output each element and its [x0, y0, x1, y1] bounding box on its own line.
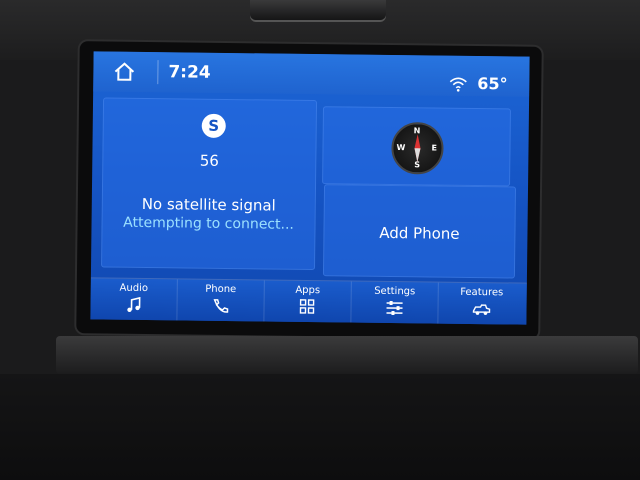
dashboard-shelf	[56, 336, 638, 374]
compass-tile[interactable]: N E S W	[322, 106, 511, 187]
radio-status-submessage: Attempting to connect...	[123, 214, 294, 233]
sirius-logo-icon: S	[201, 113, 226, 138]
truck-icon	[472, 304, 491, 315]
bottom-nav-bar: Audio Phone Apps Settings Features	[90, 277, 527, 325]
satellite-radio-tile[interactable]: S 56 No satellite signal Attempting to c…	[101, 97, 318, 271]
compass-needle-icon	[414, 134, 421, 163]
nav-settings[interactable]: Settings	[351, 281, 439, 325]
nav-apps[interactable]: Apps	[264, 280, 352, 324]
dashboard-vent	[250, 0, 386, 20]
phone-icon	[213, 299, 229, 313]
outside-temperature: 65°	[477, 74, 508, 94]
radio-channel: 56	[199, 151, 219, 170]
nav-features-label: Features	[460, 286, 504, 299]
apps-grid-icon	[299, 299, 315, 314]
dashboard-lower	[0, 374, 640, 480]
home-icon[interactable]	[113, 62, 135, 82]
nav-audio[interactable]: Audio	[90, 278, 178, 322]
nav-audio-label: Audio	[119, 282, 149, 295]
music-note-icon	[127, 296, 141, 313]
nav-features[interactable]: Features	[438, 283, 525, 325]
infotainment-screen: 7:24 65° S 56 No satellite signal Attemp…	[90, 51, 530, 325]
nav-apps-label: Apps	[295, 284, 321, 297]
sliders-icon	[386, 300, 403, 316]
wifi-icon	[449, 77, 467, 92]
add-phone-label: Add Phone	[379, 223, 460, 243]
nav-settings-label: Settings	[374, 285, 416, 298]
nav-phone-label: Phone	[205, 283, 237, 296]
add-phone-tile[interactable]: Add Phone	[322, 184, 517, 279]
compass-icon: N E S W	[391, 121, 444, 175]
status-bar: 7:24 65°	[93, 51, 530, 97]
nav-phone[interactable]: Phone	[177, 279, 265, 323]
clock: 7:24	[157, 60, 211, 85]
radio-status-message: No satellite signal	[141, 194, 276, 215]
